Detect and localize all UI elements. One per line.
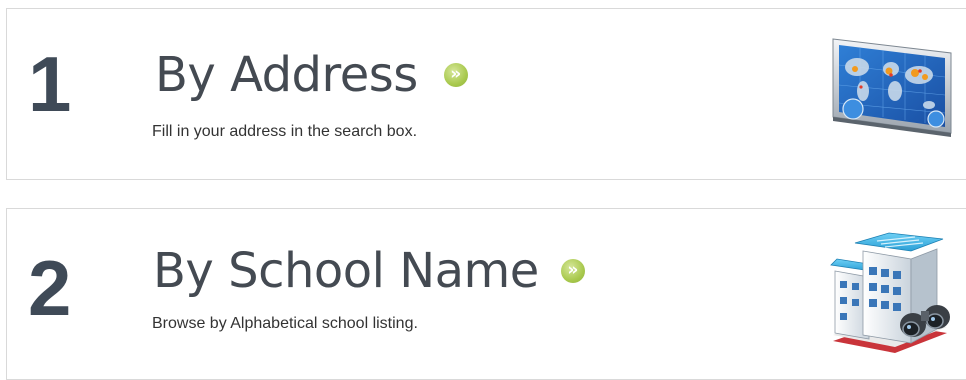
double-chevron-right-icon[interactable]	[443, 63, 468, 87]
world-map-display-icon	[825, 25, 955, 145]
search-option-by-address[interactable]: 1 By Address Fill in your address in the…	[6, 8, 966, 180]
option-number: 2	[28, 244, 72, 332]
school-building-binoculars-icon	[825, 229, 955, 353]
option-title-link[interactable]: By Address	[155, 51, 468, 99]
option-description: Browse by Alphabetical school listing.	[152, 315, 418, 332]
search-option-by-school-name[interactable]: 2 By School Name Browse by Alphabetical …	[6, 208, 966, 380]
double-chevron-right-icon[interactable]	[560, 259, 585, 283]
option-title-link[interactable]: By School Name	[153, 247, 585, 295]
option-number: 1	[28, 40, 72, 128]
option-description: Fill in your address in the search box.	[152, 123, 418, 140]
option-title[interactable]: By School Name	[153, 247, 539, 295]
option-title[interactable]: By Address	[155, 51, 418, 99]
